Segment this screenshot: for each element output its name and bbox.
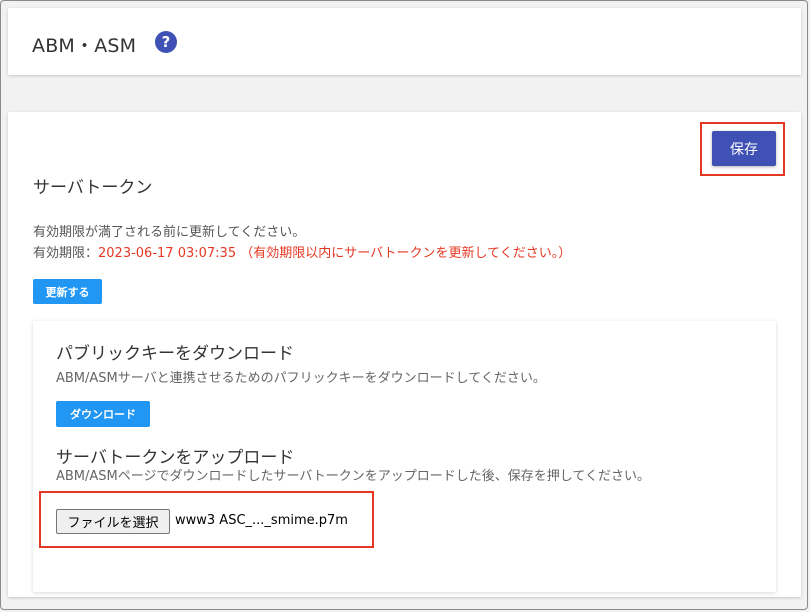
question-icon[interactable]: ? bbox=[155, 31, 177, 53]
choose-file-button[interactable]: ファイルを選択 bbox=[56, 509, 170, 534]
expiry-label: 有効期限： bbox=[33, 246, 99, 261]
selected-file-name: www3 ASC_..._smime.p7m bbox=[175, 513, 348, 528]
renew-button[interactable]: 更新する bbox=[33, 279, 102, 304]
download-button[interactable]: ダウンロード bbox=[56, 401, 150, 427]
section-title: サーバトークン bbox=[33, 178, 153, 198]
page-header: ABM・ASM ? bbox=[8, 8, 801, 75]
expiry-value: 2023-06-17 03:07:35 （有効期限以内にサーバトークンを更新して… bbox=[98, 246, 572, 261]
expiry-notice: 有効期限が満了される前に更新してください。 bbox=[33, 225, 306, 240]
public-key-description: ABM/ASMサーバと連携させるためのパフリックキーをダウンロードしてください。 bbox=[56, 371, 546, 386]
upload-description: ABM/ASMページでダウンロードしたサーバトークンをアップロードした後、保存を… bbox=[56, 469, 650, 484]
public-key-title: パブリックキーをダウンロード bbox=[56, 344, 294, 364]
page-title: ABM・ASM bbox=[32, 35, 137, 57]
expiry-line: 有効期限：2023-06-17 03:07:35 （有効期限以内にサーバトークン… bbox=[33, 242, 571, 261]
save-button[interactable]: 保存 bbox=[712, 131, 776, 166]
